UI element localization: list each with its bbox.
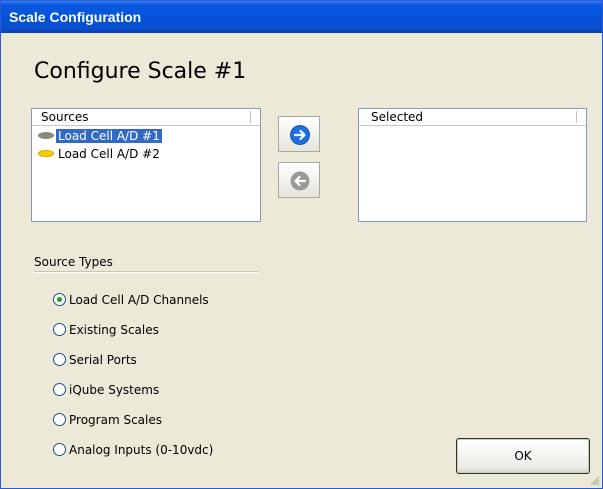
list-item[interactable]: Load Cell A/D #2 [38, 146, 162, 162]
radio-serial-ports[interactable]: Serial Ports [53, 352, 137, 368]
radio-circle [53, 383, 66, 396]
divider [34, 271, 259, 273]
scale-configuration-window: Scale Configuration Configure Scale #1 S… [0, 0, 603, 489]
radio-label: Analog Inputs (0-10vdc) [69, 443, 214, 457]
column-separator [576, 111, 577, 123]
resize-grip-icon[interactable] [588, 474, 600, 486]
load-cell-icon [38, 150, 54, 157]
sources-list-header[interactable]: Sources [32, 109, 260, 126]
radio-label: Load Cell A/D Channels [69, 293, 209, 307]
selected-list-header[interactable]: Selected [359, 109, 586, 126]
radio-analog-inputs[interactable]: Analog Inputs (0-10vdc) [53, 442, 213, 458]
page-title: Configure Scale #1 [34, 59, 247, 84]
list-item-label: Load Cell A/D #1 [56, 129, 162, 143]
selected-header-label: Selected [371, 110, 424, 124]
list-item[interactable]: Load Cell A/D #1 [38, 128, 162, 144]
radio-existing-scales[interactable]: Existing Scales [53, 322, 159, 338]
radio-program-scales[interactable]: Program Scales [53, 412, 162, 428]
arrow-right-icon [290, 125, 310, 145]
radio-circle [53, 293, 66, 306]
column-separator [250, 111, 251, 123]
ok-button[interactable]: OK [456, 438, 590, 474]
radio-load-cell-channels[interactable]: Load Cell A/D Channels [53, 292, 209, 308]
radio-label: Existing Scales [69, 323, 159, 337]
radio-label: Serial Ports [69, 353, 137, 367]
title-bar: Scale Configuration [1, 1, 602, 33]
arrow-left-icon [290, 171, 310, 191]
list-item-label: Load Cell A/D #2 [58, 147, 160, 161]
load-cell-icon [38, 132, 54, 139]
radio-circle [53, 443, 66, 456]
radio-circle [53, 413, 66, 426]
radio-circle [53, 323, 66, 336]
remove-button[interactable] [278, 162, 320, 198]
radio-label: Program Scales [69, 413, 162, 427]
add-button[interactable] [278, 116, 320, 152]
radio-label: iQube Systems [69, 383, 160, 397]
selected-list[interactable]: Selected [358, 108, 587, 222]
radio-iqube-systems[interactable]: iQube Systems [53, 382, 159, 398]
source-types-label: Source Types [34, 255, 113, 269]
sources-header-label: Sources [41, 110, 89, 124]
radio-checked-dot [57, 297, 62, 302]
sources-list[interactable]: Sources Load Cell A/D #1 Load Cell A/D #… [31, 108, 261, 222]
radio-circle [53, 353, 66, 366]
